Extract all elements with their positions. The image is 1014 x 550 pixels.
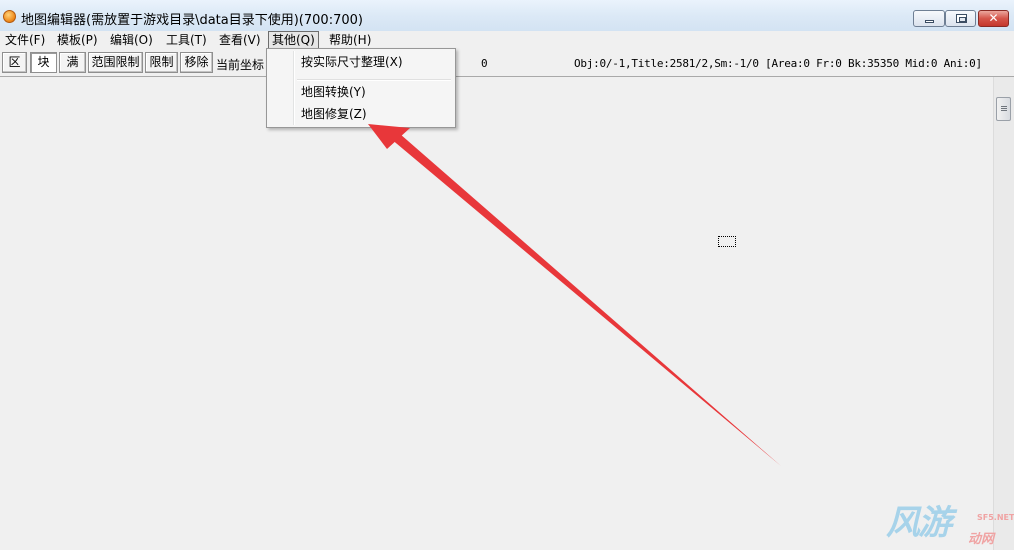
coord-value: 0: [481, 57, 488, 70]
remove-button[interactable]: 移除: [180, 52, 213, 73]
menu-tools[interactable]: 工具(T): [166, 32, 207, 48]
menu-file[interactable]: 文件(F): [5, 32, 45, 48]
menu-item-map-repair[interactable]: 地图修复(Z): [269, 104, 453, 124]
watermark-sub: 动网: [968, 532, 995, 547]
minimize-button[interactable]: [913, 10, 945, 27]
maximize-button[interactable]: [945, 10, 976, 27]
coord-label: 当前坐标: [216, 58, 265, 72]
menu-separator: [297, 79, 451, 81]
close-icon: ✕: [988, 11, 999, 25]
menu-item-arrange-by-size[interactable]: 按实际尺寸整理(X): [269, 52, 453, 72]
close-button[interactable]: ✕: [978, 10, 1009, 27]
status-readout: Obj:0/-1,Title:2581/2,Sm:-1/0 [Area:0 Fr…: [574, 57, 982, 70]
grip-line: [1001, 106, 1007, 107]
area-button[interactable]: 区: [2, 52, 27, 73]
window-title: 地图编辑器(需放置于游戏目录\data目录下使用)(700:700): [21, 13, 363, 28]
grip-line: [1001, 110, 1007, 111]
watermark-main: 风游: [886, 503, 952, 543]
other-menu-dropdown: 按实际尺寸整理(X) 地图转换(Y) 地图修复(Z): [266, 48, 456, 128]
range-limit-button[interactable]: 范围限制: [88, 52, 143, 73]
restore-icon: [956, 14, 967, 23]
vertical-scrollbar[interactable]: [993, 77, 1014, 550]
menu-view[interactable]: 查看(V): [219, 32, 261, 48]
app-icon: [3, 10, 16, 23]
grip-line: [1001, 108, 1007, 109]
block-button[interactable]: 块: [30, 52, 57, 73]
menu-help[interactable]: 帮助(H): [329, 32, 371, 48]
watermark-url: SF5.NET: [977, 513, 1014, 522]
title-bar[interactable]: 地图编辑器(需放置于游戏目录\data目录下使用)(700:700) ✕: [0, 0, 1014, 32]
menu-bar: 文件(F) 模板(P) 编辑(O) 工具(T) 查看(V) 其他(Q) 帮助(H…: [0, 31, 1014, 49]
watermark-logo: 风游 SF5.NET 动网: [886, 500, 1014, 550]
menu-template[interactable]: 模板(P): [57, 32, 98, 48]
limit-button[interactable]: 限制: [145, 52, 178, 73]
scroll-thumb[interactable]: [996, 97, 1011, 121]
menu-item-map-convert[interactable]: 地图转换(Y): [269, 82, 453, 102]
menu-edit[interactable]: 编辑(O): [110, 32, 153, 48]
minimize-icon: [925, 20, 934, 23]
menu-other[interactable]: 其他(Q): [268, 31, 319, 49]
cursor-selection-box: [718, 236, 736, 247]
map-canvas[interactable]: [0, 77, 993, 550]
fill-button[interactable]: 满: [59, 52, 86, 73]
toolbar: 区 块 满 范围限制 限制 移除 当前坐标 0 Obj:0/-1,Title:2…: [0, 49, 1014, 77]
